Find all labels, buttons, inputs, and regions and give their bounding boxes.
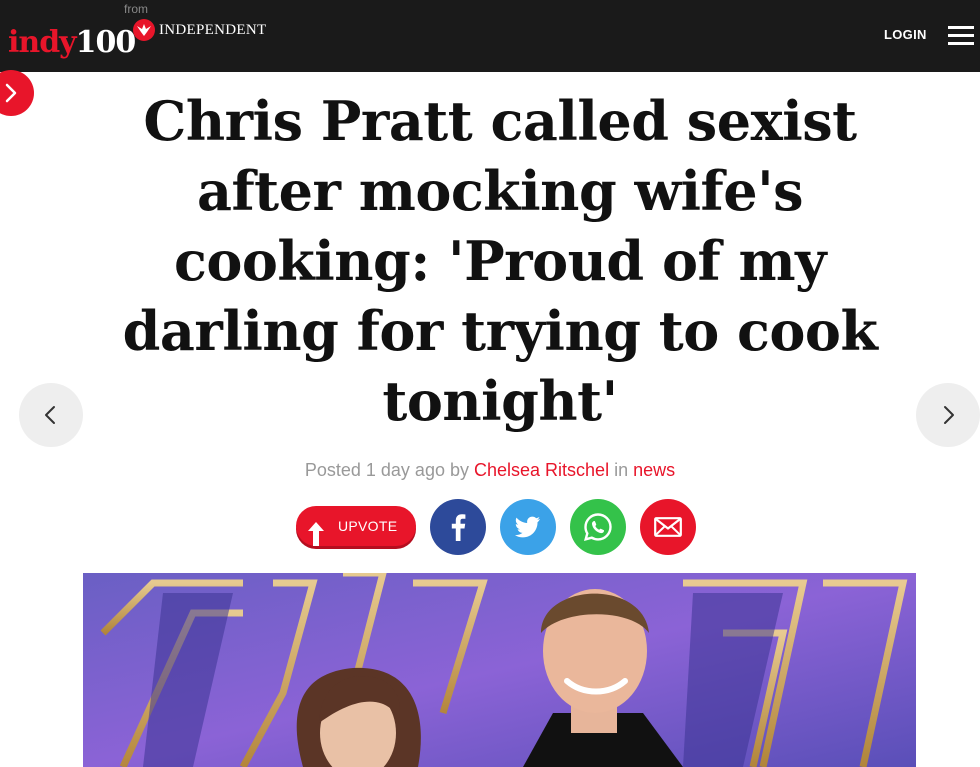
byline-prefix: Posted 1 day ago by — [304, 460, 469, 480]
twitter-icon — [515, 516, 540, 538]
chevron-right-icon — [944, 406, 954, 424]
whatsapp-icon — [583, 513, 612, 541]
previous-article-button[interactable] — [19, 383, 83, 447]
site-header: indy 100 from INDEPENDENT LOGIN — [0, 0, 980, 72]
chevron-left-icon — [45, 406, 55, 424]
article-byline: Posted 1 day ago by Chelsea Ritschel in … — [0, 460, 980, 481]
logo-indy-text: indy — [8, 25, 77, 60]
side-panel-toggle[interactable] — [0, 70, 34, 116]
logo-100-text: 100 — [75, 25, 137, 60]
upvote-arrow-icon — [308, 522, 324, 546]
share-email-button[interactable] — [640, 499, 696, 555]
share-whatsapp-button[interactable] — [570, 499, 626, 555]
article-hero-image — [83, 573, 916, 767]
share-facebook-button[interactable] — [430, 499, 486, 555]
share-twitter-button[interactable] — [500, 499, 556, 555]
logo-publisher-text: INDEPENDENT — [159, 22, 267, 38]
byline-in: in — [614, 460, 629, 480]
upvote-button[interactable]: UPVOTE — [296, 506, 416, 546]
hamburger-menu-icon[interactable] — [948, 26, 974, 46]
upvote-label: UPVOTE — [338, 518, 398, 534]
email-icon — [654, 517, 682, 537]
facebook-icon — [451, 514, 466, 541]
logo-from-text: from — [124, 2, 148, 16]
author-link[interactable]: Chelsea Ritschel — [474, 460, 609, 480]
login-link[interactable]: LOGIN — [884, 27, 927, 42]
category-link[interactable]: news — [633, 460, 675, 480]
article-headline: Chris Pratt called sexist after mocking … — [122, 89, 878, 433]
next-article-button[interactable] — [916, 383, 980, 447]
site-logo[interactable]: indy 100 — [8, 14, 137, 60]
chevron-right-icon — [5, 83, 17, 103]
hero-photo — [83, 573, 916, 767]
independent-eagle-icon — [133, 19, 155, 41]
